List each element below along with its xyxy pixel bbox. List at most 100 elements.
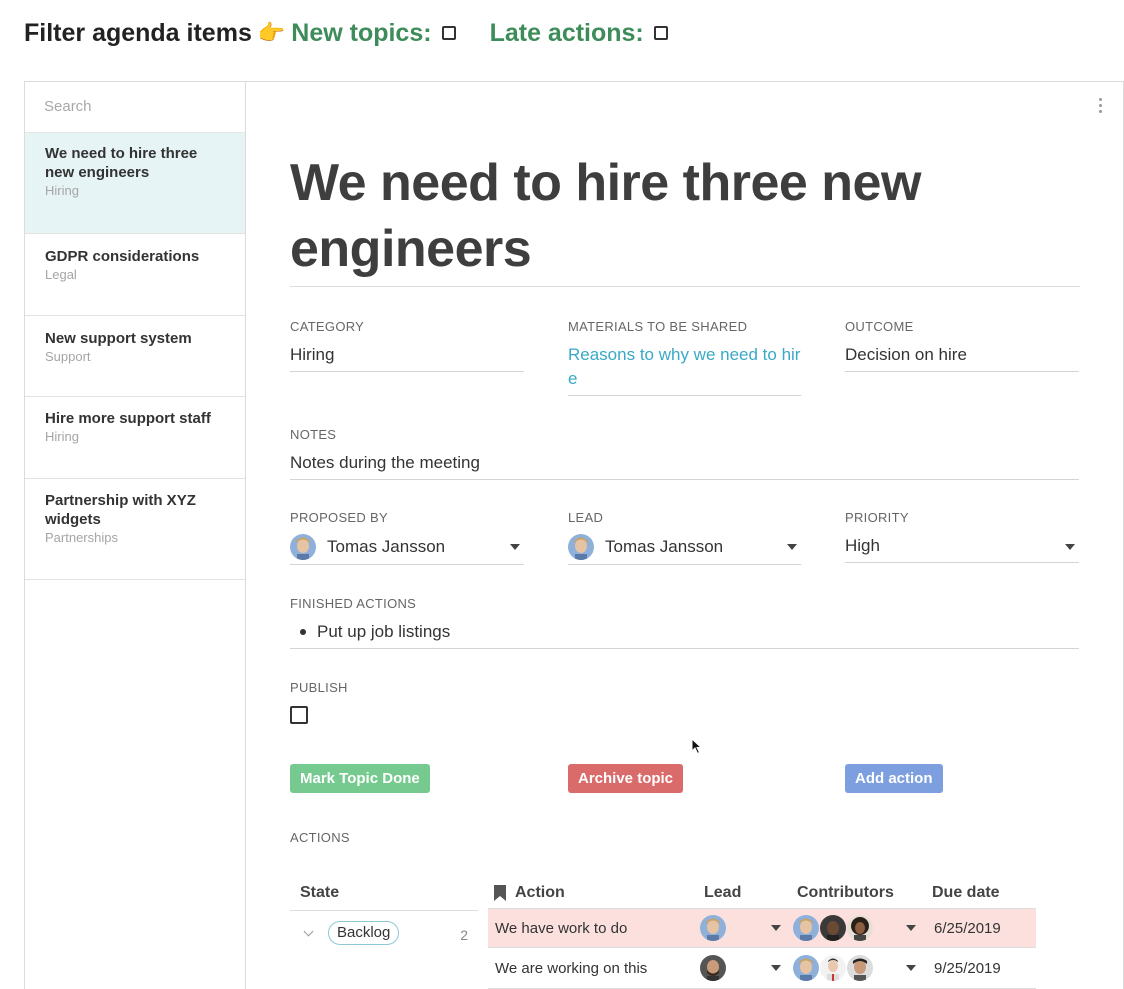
mouse-cursor-icon bbox=[691, 738, 703, 755]
filter-title: Filter agenda items bbox=[24, 18, 252, 47]
topic-item-title: GDPR considerations bbox=[45, 248, 200, 265]
page-title: We need to hire three new engineers bbox=[290, 150, 1080, 287]
more-options-icon[interactable] bbox=[1099, 98, 1103, 116]
topic-item-title: Partnership with XYZ widgets bbox=[45, 492, 196, 528]
chevron-down-icon[interactable] bbox=[303, 926, 314, 937]
lead-select[interactable]: Tomas Jansson bbox=[568, 534, 801, 565]
avatar bbox=[820, 915, 846, 941]
avatar bbox=[700, 915, 726, 941]
state-group-backlog[interactable]: Backlog 2 bbox=[290, 910, 478, 950]
priority-select[interactable]: High bbox=[845, 534, 1079, 563]
archive-topic-button[interactable]: Archive topic bbox=[568, 764, 684, 793]
agenda-panel: Search We need to hire three new enginee… bbox=[24, 81, 1124, 989]
new-topics-checkbox[interactable] bbox=[441, 26, 456, 40]
notes-value[interactable]: Notes during the meeting bbox=[290, 451, 1079, 480]
chevron-down-icon bbox=[510, 544, 520, 550]
proposed-by-label: PROPOSED BY bbox=[290, 510, 388, 525]
bookmark-icon bbox=[494, 885, 506, 901]
action-column-label: Action bbox=[515, 884, 565, 901]
topic-item-category: Hiring bbox=[45, 183, 79, 198]
finished-action-item: Put up job listings bbox=[290, 620, 1079, 649]
state-count: 2 bbox=[460, 927, 468, 943]
state-column-header: State bbox=[300, 884, 340, 901]
topic-item-gdpr[interactable]: GDPR considerations Legal bbox=[25, 234, 245, 316]
topic-item-title: We need to hire three new engineers bbox=[45, 145, 198, 181]
topic-detail: We need to hire three new engineers CATE… bbox=[246, 82, 1123, 989]
contributors-avatars[interactable] bbox=[793, 955, 874, 981]
lead-avatar[interactable] bbox=[700, 915, 737, 946]
outcome-value[interactable]: Decision on hire bbox=[845, 343, 1079, 372]
chevron-down-icon bbox=[787, 544, 797, 550]
table-row[interactable]: We have work to do 6/25/2019 bbox=[488, 908, 1036, 948]
mark-topic-done-button[interactable]: Mark Topic Done bbox=[290, 764, 430, 793]
avatar bbox=[793, 955, 819, 981]
priority-field: PRIORITY High bbox=[845, 510, 1079, 563]
action-column-header[interactable]: Action bbox=[494, 884, 565, 902]
due-date-column-header: Due date bbox=[932, 884, 1000, 901]
bullet-icon bbox=[300, 629, 306, 635]
proposed-by-name: Tomas Jansson bbox=[327, 537, 446, 556]
materials-link[interactable]: Reasons to why we need to hire bbox=[568, 343, 801, 396]
topic-item-support-staff[interactable]: Hire more support staff Hiring bbox=[25, 397, 245, 479]
topic-item-category: Support bbox=[45, 349, 91, 364]
priority-label: PRIORITY bbox=[845, 510, 909, 525]
avatar bbox=[847, 955, 873, 981]
action-text[interactable]: We have work to do bbox=[495, 920, 627, 937]
actions-section-label: ACTIONS bbox=[290, 830, 350, 845]
chevron-down-icon[interactable] bbox=[771, 925, 781, 931]
lead-avatar[interactable] bbox=[700, 955, 737, 986]
avatar bbox=[847, 915, 873, 941]
due-date[interactable]: 9/25/2019 bbox=[934, 960, 1001, 977]
search-input[interactable]: Search bbox=[25, 82, 245, 133]
new-topics-label: New topics: bbox=[291, 18, 432, 47]
proposed-by-select[interactable]: Tomas Jansson bbox=[290, 534, 524, 565]
category-label: CATEGORY bbox=[290, 319, 365, 334]
topic-item-category: Hiring bbox=[45, 429, 79, 444]
lead-field: LEAD Tomas Jansson bbox=[568, 510, 801, 565]
action-text[interactable]: We are working on this bbox=[495, 960, 647, 977]
publish-checkbox[interactable] bbox=[290, 706, 308, 724]
finished-actions-field: FINISHED ACTIONS Put up job listings bbox=[290, 596, 1079, 649]
avatar bbox=[793, 915, 819, 941]
materials-field: MATERIALS TO BE SHARED Reasons to why we… bbox=[568, 319, 801, 396]
chevron-down-icon bbox=[1065, 544, 1075, 550]
topic-sidebar: Search We need to hire three new enginee… bbox=[25, 82, 246, 989]
notes-field: NOTES Notes during the meeting bbox=[290, 427, 1079, 480]
state-badge: Backlog bbox=[328, 921, 400, 945]
topic-item-title: New support system bbox=[45, 330, 192, 347]
add-action-button[interactable]: Add action bbox=[845, 764, 943, 793]
avatar bbox=[820, 955, 846, 981]
topic-item-partnership[interactable]: Partnership with XYZ widgets Partnership… bbox=[25, 479, 245, 580]
chevron-down-icon[interactable] bbox=[906, 925, 916, 931]
topic-item-hire-engineers[interactable]: We need to hire three new engineers Hiri… bbox=[25, 133, 245, 234]
proposed-by-field: PROPOSED BY Tomas Jansson bbox=[290, 510, 524, 565]
late-actions-label: Late actions: bbox=[489, 18, 644, 47]
topic-item-category: Partnerships bbox=[45, 530, 118, 545]
filter-bar: Filter agenda items 👉 New topics: Late a… bbox=[24, 17, 702, 49]
avatar bbox=[700, 955, 726, 981]
outcome-label: OUTCOME bbox=[845, 319, 914, 334]
lead-label: LEAD bbox=[568, 510, 604, 525]
late-actions-checkbox[interactable] bbox=[653, 26, 668, 40]
finished-action-text: Put up job listings bbox=[317, 622, 451, 641]
publish-label: PUBLISH bbox=[290, 680, 348, 695]
chevron-down-icon[interactable] bbox=[906, 965, 916, 971]
due-date[interactable]: 6/25/2019 bbox=[934, 920, 1001, 937]
category-field: CATEGORY Hiring bbox=[290, 319, 524, 372]
pointing-hand-icon: 👉 bbox=[257, 20, 286, 45]
topic-item-category: Legal bbox=[45, 267, 77, 282]
contributors-column-header: Contributors bbox=[797, 884, 894, 901]
materials-label: MATERIALS TO BE SHARED bbox=[568, 319, 748, 334]
table-row[interactable]: We are working on this 9/25/2019 bbox=[488, 949, 1036, 989]
priority-value: High bbox=[845, 536, 880, 555]
contributors-avatars[interactable] bbox=[793, 915, 874, 941]
topic-item-support-system[interactable]: New support system Support bbox=[25, 316, 245, 397]
publish-field: PUBLISH bbox=[290, 680, 348, 729]
lead-name: Tomas Jansson bbox=[605, 537, 724, 556]
notes-label: NOTES bbox=[290, 427, 337, 442]
outcome-field: OUTCOME Decision on hire bbox=[845, 319, 1079, 372]
category-value[interactable]: Hiring bbox=[290, 343, 524, 372]
finished-actions-label: FINISHED ACTIONS bbox=[290, 596, 417, 611]
avatar bbox=[290, 534, 316, 560]
chevron-down-icon[interactable] bbox=[771, 965, 781, 971]
